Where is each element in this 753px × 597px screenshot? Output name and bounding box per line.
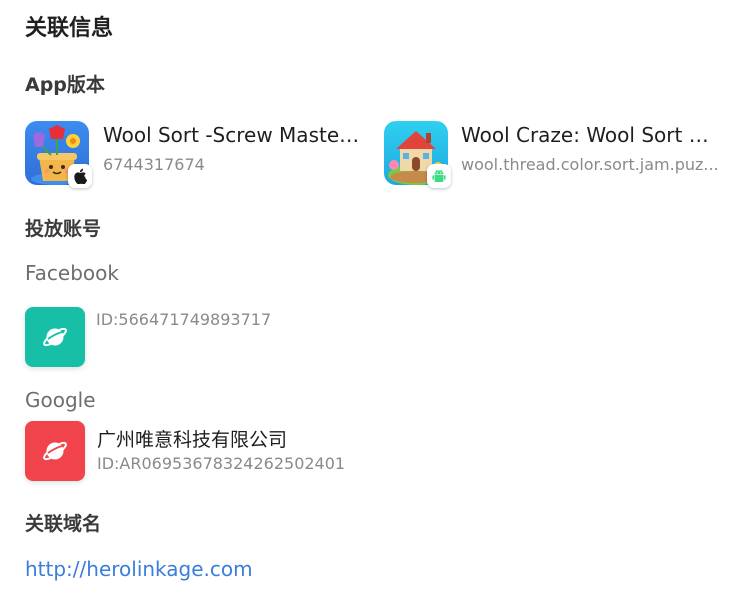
- app-name: Wool Craze: Wool Sort Ga...: [461, 123, 719, 147]
- domain-link[interactable]: http://herolinkage.com: [25, 557, 253, 581]
- google-account-id: ID:AR06953678324262502401: [97, 454, 346, 473]
- ad-accounts-heading: 投放账号: [25, 218, 102, 240]
- facebook-heading: Facebook: [25, 261, 119, 285]
- app-card-ios[interactable]: Wool Sort -Screw Master ... 6744317674: [25, 121, 365, 188]
- app-name: Wool Sort -Screw Master ...: [103, 123, 363, 147]
- page-title: 关联信息: [25, 16, 114, 41]
- app-card-android[interactable]: Wool Craze: Wool Sort Ga... wool.thread.…: [384, 121, 724, 188]
- facebook-account-id: ID:566471749893717: [96, 310, 272, 329]
- facebook-account[interactable]: ID:566471749893717: [25, 307, 425, 369]
- planet-icon: [25, 421, 85, 481]
- planet-icon: [25, 307, 85, 367]
- app-package: wool.thread.color.sort.jam.puz...: [461, 155, 719, 174]
- app-icon-wool-sort: [25, 121, 92, 188]
- google-account-name: 广州唯意科技有限公司: [97, 429, 288, 451]
- app-versions-heading: App版本: [25, 74, 105, 96]
- google-account[interactable]: 广州唯意科技有限公司 ID:AR06953678324262502401: [25, 421, 445, 483]
- app-id: 6744317674: [103, 155, 205, 174]
- google-heading: Google: [25, 388, 96, 412]
- domains-heading: 关联域名: [25, 513, 102, 535]
- apple-icon: [68, 164, 92, 188]
- android-icon: [427, 164, 451, 188]
- app-icon-wool-craze: [384, 121, 451, 188]
